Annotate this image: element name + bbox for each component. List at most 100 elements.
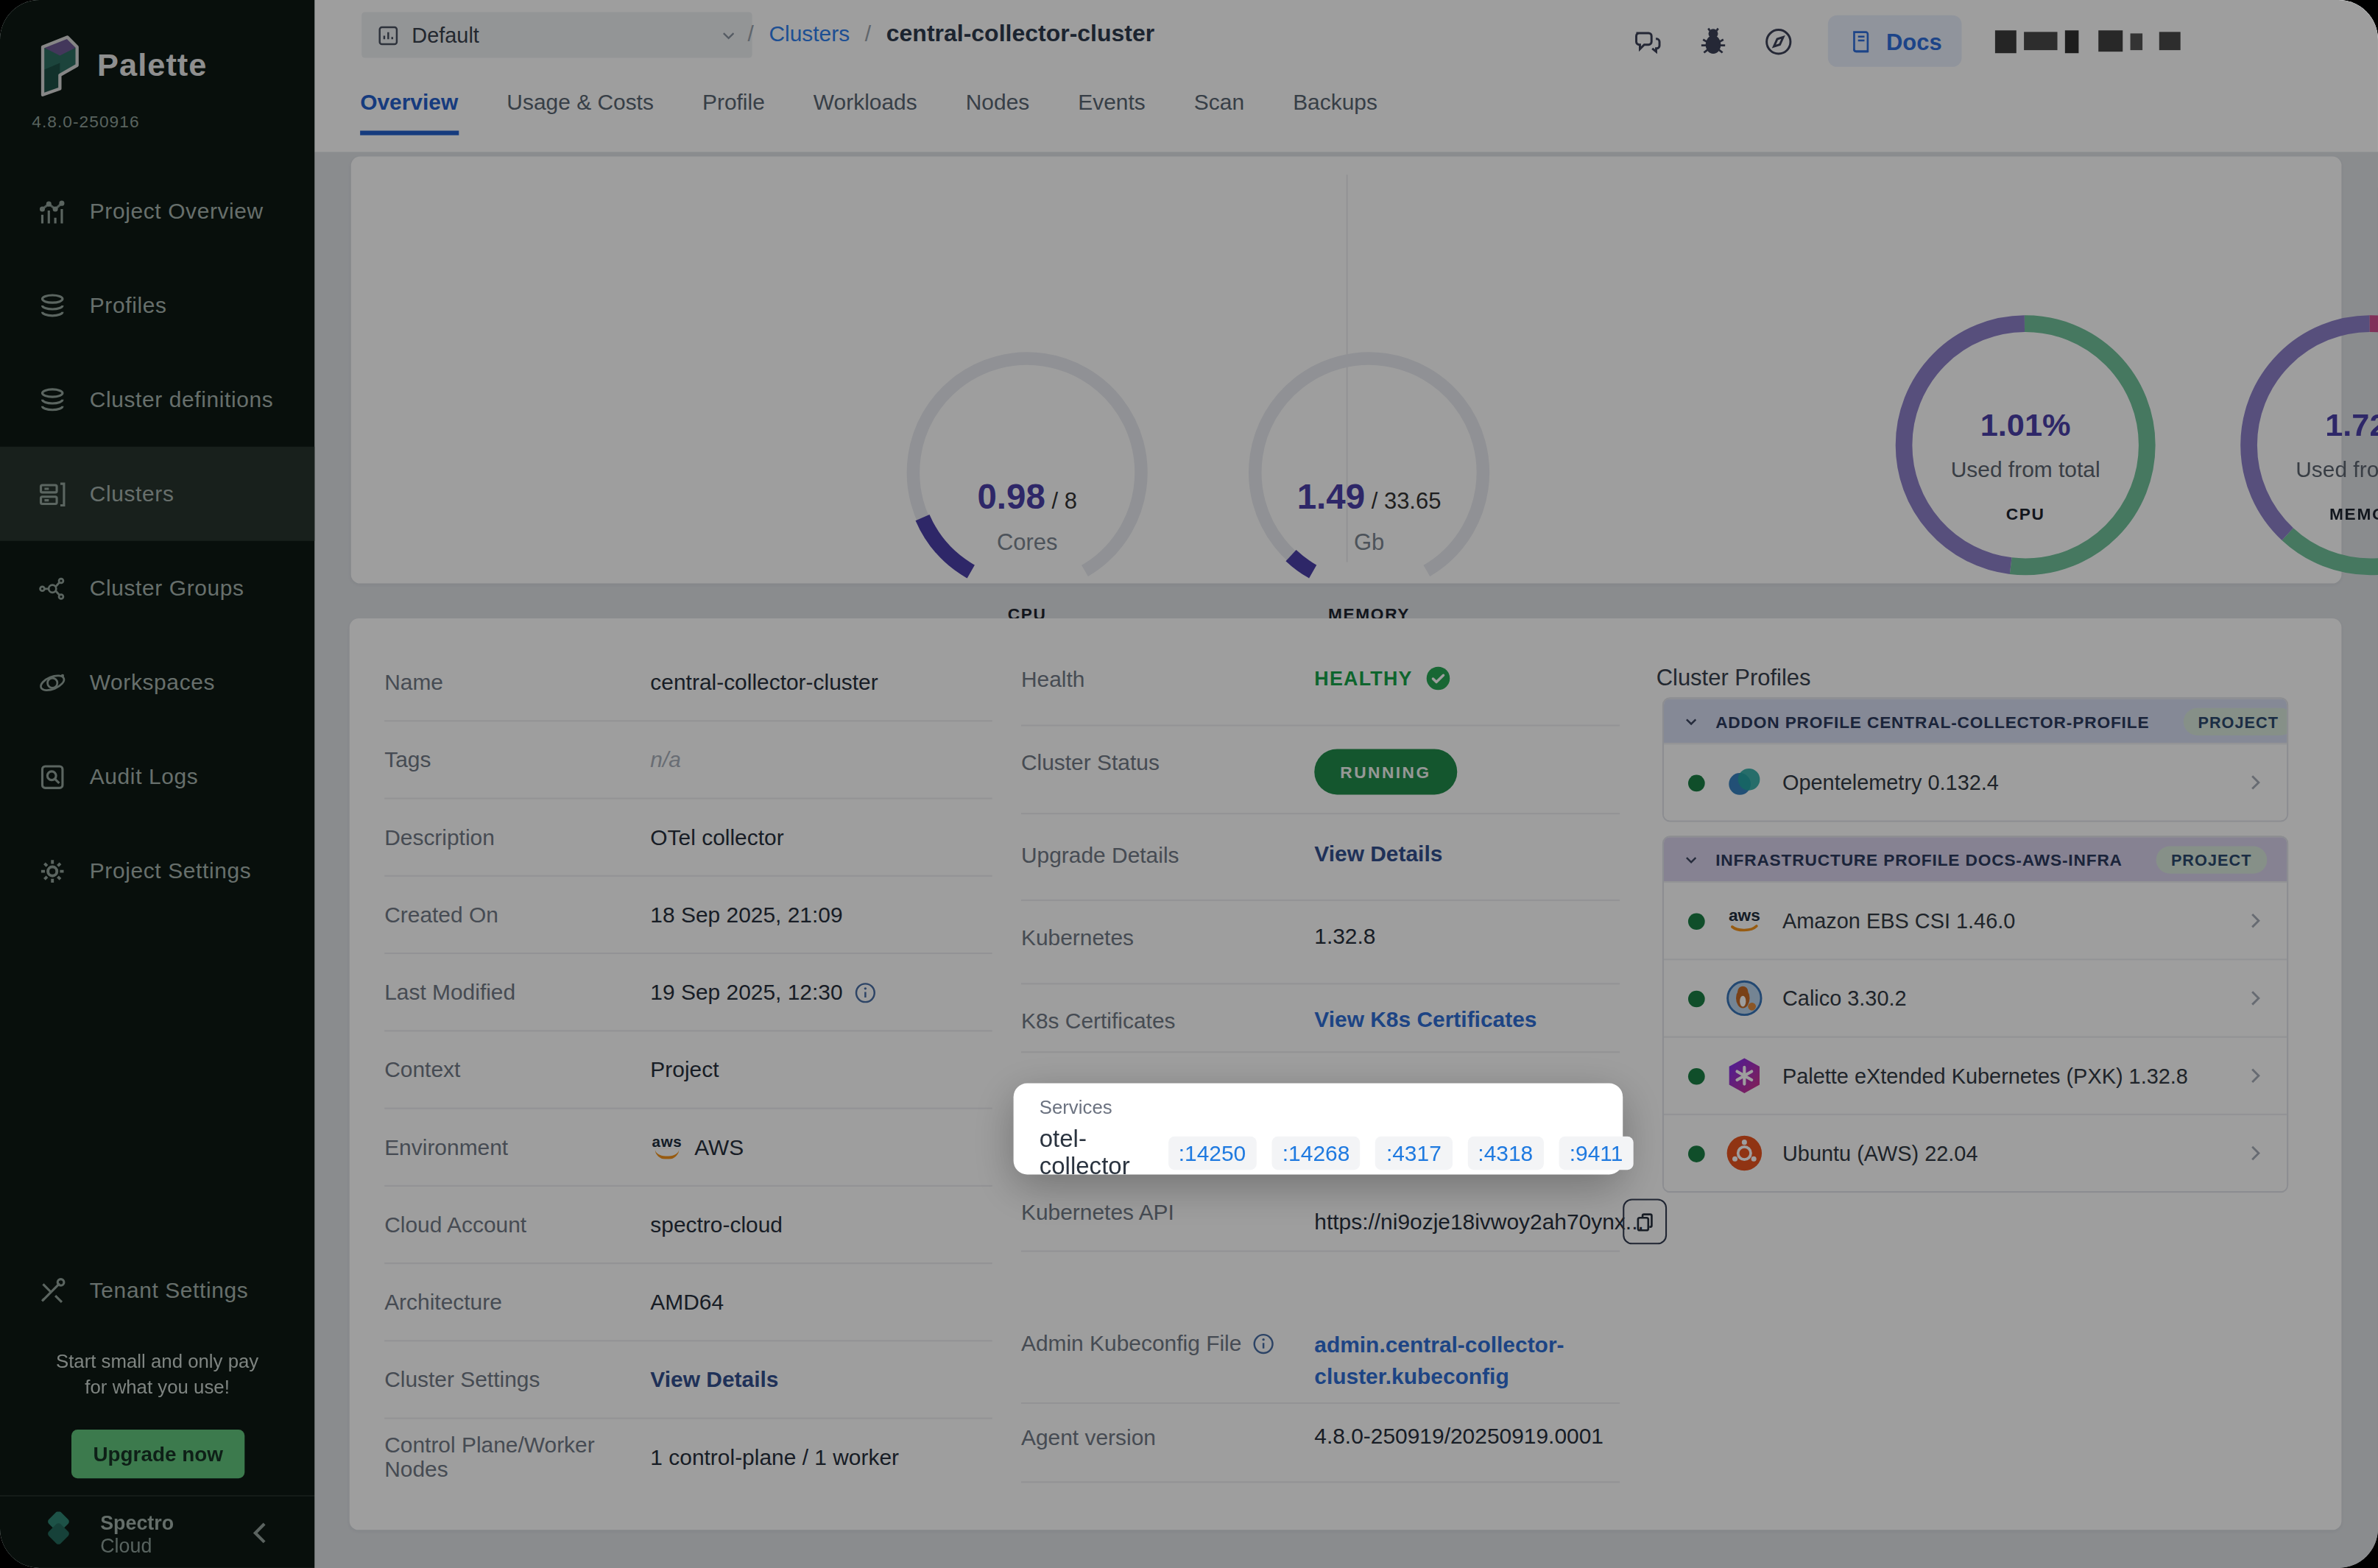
chevron-right-icon (2244, 771, 2265, 793)
sidebar-item-cluster-groups[interactable]: Cluster Groups (0, 541, 314, 635)
profile-layer-name: Ubuntu (AWS) 22.04 (1782, 1141, 2244, 1165)
profile-layer-amazon-ebs-csi-1-46-0[interactable]: awsAmazon EBS CSI 1.46.0 (1664, 881, 2287, 958)
project-badge: PROJECT (2183, 707, 2288, 735)
opentelemetry-icon (1725, 763, 1765, 802)
gauge-memory: 1.49 / 33.65 Gb MEMORY (1240, 343, 1498, 601)
profile-group: INFRASTRUCTURE PROFILE DOCS-AWS-INFRA PRO… (1662, 836, 2288, 1193)
calico-icon (1725, 978, 1765, 1018)
cluster-profiles-title: Cluster Profiles (1657, 664, 1811, 690)
detail-row-cluster-settings: Cluster SettingsView Details (384, 1341, 992, 1419)
profile-layer-opentelemetry-0-132-4[interactable]: Opentelemetry 0.132.4 (1664, 743, 2287, 820)
breadcrumb-clusters-link[interactable]: Clusters (769, 21, 850, 46)
sidebar-item-project-settings[interactable]: Project Settings (0, 824, 314, 918)
detail-row-k8s-certificates: K8s CertificatesView K8s Certificates (1021, 1024, 1620, 1025)
donut-memory: 1.72% Used from total MEMORY (2238, 313, 2378, 577)
layers-icon (38, 385, 67, 414)
sidebar-item-label: Profiles (90, 293, 167, 317)
cluster-details-left: Namecentral-collector-clusterTagsn/aDesc… (384, 644, 992, 1495)
tab-usage-costs[interactable]: Usage & Costs (507, 71, 654, 135)
service-port-link[interactable]: :14250 (1168, 1137, 1256, 1170)
profile-group-header[interactable]: ADDON PROFILE CENTRAL-COLLECTOR-PROFILEP… (1664, 699, 2287, 743)
brand: Palette (30, 33, 207, 97)
detail-row-created-on: Created On18 Sep 2025, 21:09 (384, 877, 992, 954)
profile-group-header[interactable]: INFRASTRUCTURE PROFILE DOCS-AWS-INFRA PRO… (1664, 837, 2287, 881)
tab-nodes[interactable]: Nodes (966, 71, 1030, 135)
admin-kubeconfig-link[interactable]: admin.central-collector-cluster.kubeconf… (1314, 1329, 1564, 1394)
profile-layer-palette-extended-kubernetes-pxk-1-32-8[interactable]: Palette eXtended Kubernetes (PXK) 1.32.8 (1664, 1036, 2287, 1114)
pxk-icon (1725, 1056, 1765, 1095)
page-title: central-collector-cluster (886, 20, 1154, 47)
sidebar-collapse-icon[interactable] (247, 1519, 275, 1547)
sidebar-item-cluster-definitions[interactable]: Cluster definitions (0, 353, 314, 447)
chevron-down-icon (720, 27, 737, 43)
sidebar-item-audit-logs[interactable]: Audit Logs (0, 730, 314, 824)
detail-value: OTel collector (650, 825, 783, 850)
sidebar-item-label: Cluster Groups (90, 576, 244, 600)
detail-value: 18 Sep 2025, 21:09 (650, 903, 842, 927)
upgrade-view-details-link[interactable]: View Details (1314, 841, 1442, 866)
cluster-profiles-panel: ADDON PROFILE CENTRAL-COLLECTOR-PROFILEP… (1662, 697, 2288, 1206)
service-name: otel-collector (1040, 1126, 1130, 1180)
docs-button[interactable]: Docs (1829, 15, 1962, 67)
detail-value[interactable]: View Details (650, 1368, 778, 1392)
sidebar-item-project-overview[interactable]: Project Overview (0, 164, 314, 258)
detail-label: Created On (384, 903, 650, 927)
upgrade-now-button[interactable]: Upgrade now (71, 1430, 244, 1478)
detail-row-agent-version: Agent version4.8.0-250919/20250919.0001 (1021, 1441, 1620, 1442)
view-k8s-certificates-link[interactable]: View K8s Certificates (1314, 1007, 1536, 1031)
sidebar-item-label: Project Settings (90, 858, 252, 883)
gauge-cpu: 0.98 / 8 Cores CPU (898, 343, 1157, 601)
detail-value: awsAWS (650, 1135, 744, 1159)
orbit-icon (38, 668, 67, 696)
sidebar-item-tenant-settings[interactable]: Tenant Settings (0, 1243, 314, 1337)
detail-label: Environment (384, 1135, 650, 1159)
cluster-status-badge[interactable]: RUNNING (1314, 749, 1456, 794)
feedback-chat-icon[interactable] (1632, 25, 1664, 57)
breadcrumb: / Clusters / central-collector-cluster (747, 20, 1154, 47)
tools-icon (38, 1276, 67, 1304)
profile-group: ADDON PROFILE CENTRAL-COLLECTOR-PROFILEP… (1662, 697, 2288, 822)
sidebar-item-clusters[interactable]: Clusters (0, 447, 314, 541)
status-dot (1688, 1145, 1705, 1162)
kubernetes-version: 1.32.8 (1314, 924, 1375, 948)
sidebar-item-workspaces[interactable]: Workspaces (0, 635, 314, 730)
detail-row-tags: Tagsn/a (384, 721, 992, 799)
server-icon (38, 479, 67, 508)
service-port-link[interactable]: :9411 (1559, 1137, 1634, 1170)
detail-row-control-plane-worker-nodes: Control Plane/Worker Nodes1 control-plan… (384, 1419, 992, 1495)
chevron-right-icon (2244, 1143, 2265, 1164)
sidebar-item-profiles[interactable]: Profiles (0, 258, 314, 353)
bug-report-icon[interactable] (1698, 25, 1729, 57)
service-port-link[interactable]: :4317 (1375, 1137, 1452, 1170)
profile-layer-name: Amazon EBS CSI 1.46.0 (1782, 908, 2244, 933)
help-compass-icon[interactable] (1763, 25, 1795, 57)
detail-row-cloud-account: Cloud Accountspectro-cloud (384, 1187, 992, 1264)
tab-backups[interactable]: Backups (1293, 71, 1377, 135)
tab-scan[interactable]: Scan (1194, 71, 1244, 135)
services-title: Services (1040, 1097, 1112, 1118)
project-badge: PROJECT (2156, 846, 2267, 873)
status-dot (1688, 774, 1705, 791)
service-port-link[interactable]: :4318 (1467, 1137, 1544, 1170)
detail-label: Cloud Account (384, 1212, 650, 1237)
profile-layer-name: Calico 3.30.2 (1782, 986, 2244, 1010)
detail-row-name: Namecentral-collector-cluster (384, 644, 992, 721)
project-selector[interactable]: Default (361, 13, 752, 58)
tab-profile[interactable]: Profile (702, 71, 765, 135)
service-port-link[interactable]: :14268 (1271, 1137, 1360, 1170)
detail-row-last-modified: Last Modified19 Sep 2025, 12:30 (384, 954, 992, 1031)
status-dot (1688, 990, 1705, 1007)
profile-layer-calico-3-30-2[interactable]: Calico 3.30.2 (1664, 958, 2287, 1036)
profile-layer-ubuntu-aws-22-04[interactable]: Ubuntu (AWS) 22.04 (1664, 1114, 2287, 1191)
detail-row-cluster-status: Cluster StatusRUNNING (1021, 766, 1620, 767)
ubuntu-icon (1725, 1134, 1765, 1173)
tab-events[interactable]: Events (1078, 71, 1146, 135)
spectro-cloud-brand: Spectro Cloud (37, 1512, 174, 1558)
tab-overview[interactable]: Overview (360, 71, 458, 135)
profile-group-title: INFRASTRUCTURE PROFILE DOCS-AWS-INFRA (1715, 850, 2123, 869)
sidebar-item-label: Project Overview (90, 199, 264, 223)
copy-button[interactable] (1623, 1198, 1667, 1244)
detail-row-kubernetes-api: Kubernetes APIhttps://ni9ozje18ivwoy2ah7… (1021, 1215, 1620, 1217)
tab-workloads[interactable]: Workloads (814, 71, 917, 135)
detail-row-context: ContextProject (384, 1031, 992, 1109)
